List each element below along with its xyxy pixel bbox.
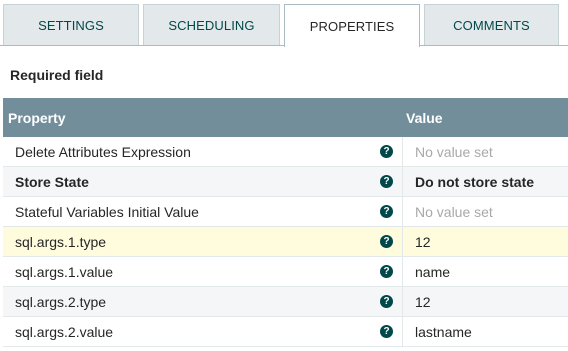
column-divider — [402, 227, 403, 256]
column-divider — [402, 287, 403, 316]
property-name: sql.args.2.value — [15, 324, 114, 340]
table-header: Property Value — [3, 98, 568, 137]
property-value[interactable]: 12 — [415, 294, 431, 310]
property-name: sql.args.2.type — [15, 294, 107, 310]
property-name: Delete Attributes Expression — [15, 144, 191, 160]
column-divider — [402, 317, 403, 346]
help-circle-icon[interactable]: ? — [380, 325, 393, 338]
column-divider — [402, 137, 403, 166]
property-value[interactable]: name — [415, 264, 450, 280]
table-row[interactable]: Stateful Variables Initial Value ? No va… — [3, 197, 568, 227]
table-row-selected[interactable]: sql.args.1.type ? 12 — [3, 227, 568, 257]
help-circle-icon[interactable]: ? — [380, 235, 393, 248]
property-value[interactable]: No value set — [415, 144, 493, 160]
table-row[interactable]: sql.args.2.value ? lastname — [3, 317, 568, 347]
table-row[interactable]: Delete Attributes Expression ? No value … — [3, 137, 568, 167]
column-divider — [402, 197, 403, 226]
property-value[interactable]: 12 — [415, 234, 431, 250]
property-value[interactable]: No value set — [415, 204, 493, 220]
required-field-label: Required field — [10, 67, 104, 83]
tab-bar: SETTINGS SCHEDULING PROPERTIES COMMENTS — [0, 0, 568, 47]
help-circle-icon[interactable]: ? — [380, 265, 393, 278]
help-circle-icon[interactable]: ? — [380, 205, 393, 218]
header-property: Property — [8, 110, 66, 126]
property-name: Store State — [15, 174, 89, 190]
tab-comments[interactable]: COMMENTS — [424, 4, 559, 45]
column-divider — [402, 257, 403, 286]
tab-scheduling[interactable]: SCHEDULING — [143, 4, 280, 45]
header-value: Value — [406, 110, 443, 126]
table-row[interactable]: sql.args.1.value ? name — [3, 257, 568, 287]
column-divider — [402, 167, 403, 196]
tab-properties[interactable]: PROPERTIES — [284, 4, 420, 47]
property-name: sql.args.1.type — [15, 234, 107, 250]
help-circle-icon[interactable]: ? — [380, 145, 393, 158]
tab-settings[interactable]: SETTINGS — [3, 4, 139, 45]
table-row[interactable]: sql.args.2.type ? 12 — [3, 287, 568, 317]
help-circle-icon[interactable]: ? — [380, 295, 393, 308]
help-circle-icon[interactable]: ? — [380, 175, 393, 188]
property-name: Stateful Variables Initial Value — [15, 204, 199, 220]
property-value[interactable]: Do not store state — [415, 174, 534, 190]
property-name: sql.args.1.value — [15, 264, 114, 280]
properties-table: Property Value Delete Attributes Express… — [3, 98, 568, 347]
table-row[interactable]: Store State ? Do not store state — [3, 167, 568, 197]
property-value[interactable]: lastname — [415, 324, 472, 340]
